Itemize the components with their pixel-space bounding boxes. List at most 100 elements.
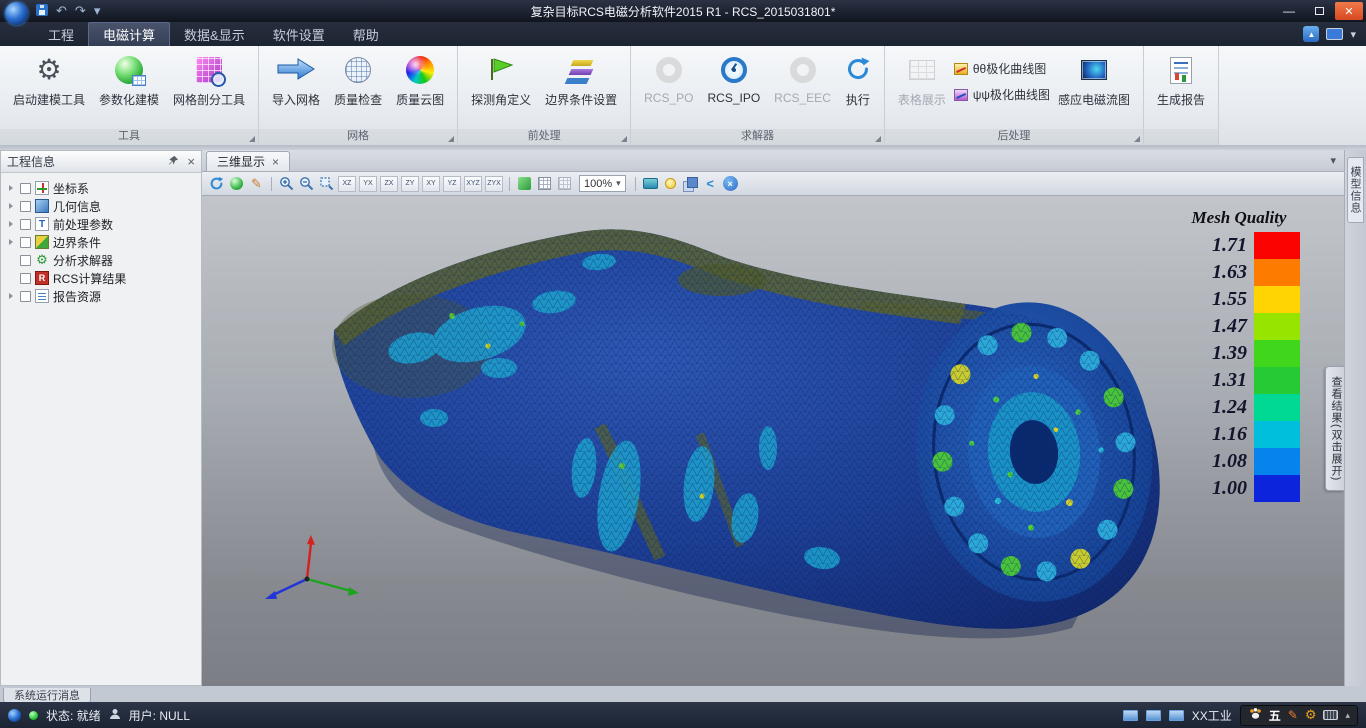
results-side-tab[interactable]: 查看结果(双击展开) bbox=[1325, 366, 1344, 491]
tree-item-boundary-conditions[interactable]: 边界条件 bbox=[1, 233, 201, 251]
system-messages-tab[interactable]: 系统运行消息 bbox=[3, 688, 91, 703]
boundary-settings-button[interactable]: 边界条件设置 bbox=[539, 50, 623, 110]
ime-toolbar[interactable]: 五 ✎ ⚙ ▴ bbox=[1240, 705, 1358, 726]
redo-icon[interactable]: ↷ bbox=[75, 3, 86, 19]
camera-icon bbox=[643, 178, 658, 189]
stop-view-icon[interactable]: × bbox=[722, 175, 739, 192]
edit-pencil-icon[interactable]: ✎ bbox=[248, 175, 265, 192]
execute-button[interactable]: 执行 bbox=[839, 50, 877, 110]
expand-arrow-icon[interactable] bbox=[6, 221, 16, 227]
capture-icon[interactable] bbox=[642, 175, 659, 192]
menu-tab-help[interactable]: 帮助 bbox=[339, 22, 393, 46]
menu-tab-engineering[interactable]: 工程 bbox=[34, 22, 88, 46]
rcs-po-button[interactable]: RCS_PO bbox=[638, 50, 699, 107]
rcs-ipo-button[interactable]: RCS_IPO bbox=[701, 50, 766, 107]
checkbox[interactable] bbox=[20, 237, 31, 248]
panel-close-icon[interactable]: × bbox=[187, 154, 195, 169]
induced-current-button[interactable]: 感应电磁流图 bbox=[1052, 50, 1136, 110]
view-yz-button[interactable]: YZ bbox=[443, 176, 461, 192]
view-zy-button[interactable]: ZY bbox=[401, 176, 419, 192]
light-icon[interactable] bbox=[662, 175, 679, 192]
checkbox[interactable] bbox=[20, 183, 31, 194]
quick-access-caret-icon[interactable]: ▾ bbox=[94, 3, 101, 19]
ribbon-toggle-icon[interactable]: ▲ bbox=[1303, 26, 1319, 42]
checkbox[interactable] bbox=[20, 255, 31, 266]
import-mesh-button[interactable]: 导入网格 bbox=[266, 50, 326, 110]
tree-item-rcs-results[interactable]: R RCS计算结果 bbox=[1, 269, 201, 287]
tree-item-geometry-info[interactable]: 几何信息 bbox=[1, 197, 201, 215]
theta-curve-button[interactable]: θθ极化曲线图 bbox=[954, 60, 1050, 77]
table-display-button[interactable]: 表格展示 bbox=[892, 50, 952, 110]
bulb-icon bbox=[665, 178, 676, 189]
view-iso-button[interactable]: XYZ bbox=[464, 176, 482, 192]
pin-icon[interactable] bbox=[168, 153, 179, 171]
ime-pen-icon[interactable]: ✎ bbox=[1288, 708, 1298, 722]
save-icon[interactable] bbox=[36, 4, 48, 19]
checkbox[interactable] bbox=[20, 273, 31, 284]
vector-icon[interactable]: < bbox=[702, 175, 719, 192]
view-xz-button[interactable]: XZ bbox=[338, 176, 356, 192]
display-icon[interactable] bbox=[1326, 28, 1343, 40]
menu-tab-data-display[interactable]: 数据&显示 bbox=[170, 22, 259, 46]
view-iso2-button[interactable]: ZYX bbox=[485, 176, 503, 192]
ime-gear-icon[interactable]: ⚙ bbox=[1305, 707, 1317, 723]
tree-item-report-resources[interactable]: 报告资源 bbox=[1, 287, 201, 305]
launch-modeling-button[interactable]: ⚙ 启动建模工具 bbox=[7, 50, 91, 110]
ime-logo-icon[interactable] bbox=[1248, 707, 1262, 723]
close-button[interactable]: ✕ bbox=[1335, 2, 1363, 20]
expand-arrow-icon[interactable] bbox=[6, 185, 16, 191]
tree-item-coordinate-system[interactable]: 坐标系 bbox=[1, 179, 201, 197]
mesh-model[interactable] bbox=[202, 196, 1344, 686]
window-layout-icon[interactable] bbox=[1169, 710, 1184, 721]
menu-tab-settings[interactable]: 软件设置 bbox=[259, 22, 339, 46]
grid-light-icon bbox=[558, 177, 571, 190]
shaded-view-icon[interactable] bbox=[228, 175, 245, 192]
checkbox[interactable] bbox=[20, 291, 31, 302]
quality-cloud-button[interactable]: 质量云图 bbox=[390, 50, 450, 110]
ime-caret-icon[interactable]: ▴ bbox=[1345, 710, 1350, 721]
layers-icon[interactable] bbox=[682, 175, 699, 192]
probe-angle-button[interactable]: 探测角定义 bbox=[465, 50, 537, 110]
viewport-toolbar: ✎ XZ YX ZX ZY XY YZ XYZ ZYX 100% ▾ < × bbox=[202, 172, 1344, 196]
grid-toggle-icon[interactable] bbox=[536, 175, 553, 192]
expand-arrow-icon[interactable] bbox=[6, 203, 16, 209]
ime-keyboard-icon[interactable] bbox=[1323, 710, 1338, 720]
zoom-select[interactable]: 100% ▾ bbox=[579, 175, 626, 192]
generate-report-button[interactable]: 生成报告 bbox=[1151, 50, 1211, 110]
mesh-toggle-icon[interactable] bbox=[556, 175, 573, 192]
checkbox[interactable] bbox=[20, 201, 31, 212]
menu-tab-em-computation[interactable]: 电磁计算 bbox=[88, 22, 170, 46]
expand-arrow-icon[interactable] bbox=[6, 293, 16, 299]
tree-item-analysis-solver[interactable]: ⚙ 分析求解器 bbox=[1, 251, 201, 269]
window-layout-icon[interactable] bbox=[1123, 710, 1138, 721]
minimize-button[interactable]: — bbox=[1275, 2, 1303, 20]
mesh-tool-button[interactable]: 网格剖分工具 bbox=[167, 50, 251, 110]
checkbox[interactable] bbox=[20, 219, 31, 230]
tab-close-icon[interactable]: × bbox=[272, 155, 279, 169]
menu-caret-icon[interactable]: ▾ bbox=[1350, 28, 1356, 41]
zoom-out-icon[interactable] bbox=[298, 175, 315, 192]
fit-view-icon[interactable] bbox=[516, 175, 533, 192]
zoom-window-icon[interactable] bbox=[318, 175, 335, 192]
zoom-in-icon[interactable] bbox=[278, 175, 295, 192]
refresh-view-icon[interactable] bbox=[208, 175, 225, 192]
tree-item-preprocess-params[interactable]: T 前处理参数 bbox=[1, 215, 201, 233]
tab-3d-display[interactable]: 三维显示 × bbox=[206, 151, 290, 171]
tabstrip-caret-icon[interactable]: ▾ bbox=[1330, 154, 1336, 171]
ime-mode-label[interactable]: 五 bbox=[1269, 707, 1281, 724]
window-layout-icon[interactable] bbox=[1146, 710, 1161, 721]
maximize-button[interactable] bbox=[1305, 2, 1333, 20]
rcs-eec-button[interactable]: RCS_EEC bbox=[768, 50, 837, 107]
button-label: 边界条件设置 bbox=[545, 91, 617, 108]
psi-curve-button[interactable]: ψψ极化曲线图 bbox=[954, 86, 1050, 103]
view-xy-button[interactable]: XY bbox=[422, 176, 440, 192]
view-yx-button[interactable]: YX bbox=[359, 176, 377, 192]
parametric-modeling-button[interactable]: 参数化建模 bbox=[93, 50, 165, 110]
undo-icon[interactable]: ↶ bbox=[56, 3, 67, 19]
expand-arrow-icon[interactable] bbox=[6, 239, 16, 245]
view-zx-button[interactable]: ZX bbox=[380, 176, 398, 192]
viewport-3d[interactable]: Mesh Quality 1.71 1.63 1.55 1.47 1.39 1.… bbox=[202, 196, 1344, 686]
quality-check-button[interactable]: 质量检查 bbox=[328, 50, 388, 110]
legend-swatch bbox=[1254, 448, 1300, 475]
model-info-tab[interactable]: 模型信息 bbox=[1347, 157, 1364, 223]
